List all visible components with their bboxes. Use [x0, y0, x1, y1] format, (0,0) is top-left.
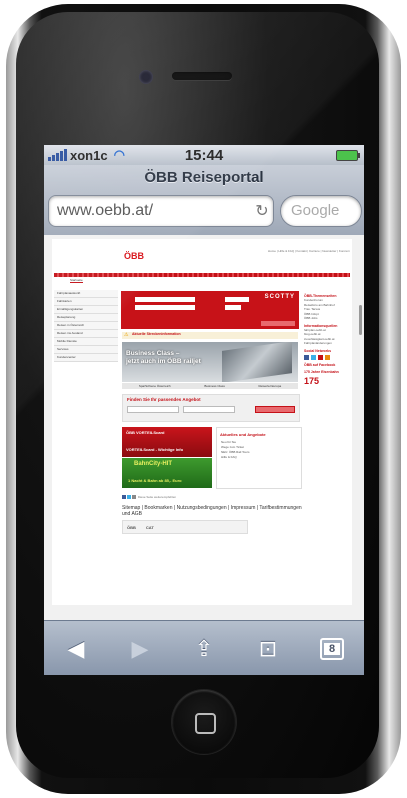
- share-text[interactable]: Diese Seite weiterempfehlen: [138, 495, 176, 499]
- tab-count: 8: [324, 642, 340, 655]
- forward-arrow-icon: ▶: [131, 635, 149, 661]
- nav-item[interactable]: Mobile Dienste: [54, 338, 118, 346]
- share-icon: ⇪: [194, 635, 214, 661]
- oebb-logo[interactable]: ÖBB: [124, 251, 144, 261]
- tab-startseite[interactable]: Startseite: [70, 278, 83, 283]
- rss-icon[interactable]: [325, 354, 330, 360]
- banner-image: [222, 342, 292, 382]
- scotty-search-box: SCOTTY: [121, 291, 299, 329]
- pages-icon: 8: [320, 637, 344, 660]
- time-input[interactable]: [225, 305, 241, 310]
- bahncity-promo[interactable]: BahnCity-HIT 1 Nacht & Bahn ab 85,- Euro: [122, 458, 212, 488]
- to-input[interactable]: [135, 305, 195, 310]
- news-list: Neu für Sie Wege zum Ticket NEU: ÖBB Rai…: [221, 440, 249, 460]
- finder-select[interactable]: [127, 406, 179, 413]
- anniversary-title: 175 Jahre Eisenbahn: [304, 369, 339, 374]
- browser-toolbar: ◀ ▶ ⇪ ⊡ 8: [44, 620, 364, 675]
- finder-button[interactable]: [255, 406, 295, 413]
- info-label: Aktuelle Streckeninformation: [132, 332, 181, 336]
- clock: 15:44: [184, 146, 224, 164]
- date-input[interactable]: [225, 297, 249, 302]
- partner-logo[interactable]: CAT: [146, 525, 154, 530]
- forward-button[interactable]: ▶: [120, 629, 160, 669]
- link-item[interactable]: Fahrplanänderungen: [304, 341, 352, 346]
- anniversary-logo[interactable]: 175: [304, 376, 352, 386]
- share-button[interactable]: ⇪: [184, 629, 224, 669]
- browser-header: ÖBB Reiseportal www.oebb.at/ ↻ Google: [44, 165, 364, 236]
- warning-icon: ⚠: [124, 332, 129, 338]
- news-item[interactable]: Hilfe & FAQ: [221, 455, 249, 460]
- battery-icon: [336, 150, 360, 161]
- nav-item[interactable]: Reisen in Österreich: [54, 322, 118, 330]
- promo-subtitle: VORTEILScard - Wichtige Info: [126, 447, 184, 452]
- home-button[interactable]: [172, 690, 236, 754]
- right-column: ÖBB-Themenseiten KundenForum Reisebüro a…: [304, 291, 352, 386]
- banner-tabs: SparSchiene Österreich Business Class Re…: [122, 383, 298, 389]
- front-camera: [139, 70, 153, 84]
- from-input[interactable]: [135, 297, 195, 302]
- nav-item[interactable]: Fahrplanauskunft: [54, 290, 118, 298]
- twitter-icon[interactable]: [127, 495, 131, 500]
- web-viewport[interactable]: ÖBB Home | Hilfe & FAQ | Kontakt | Karri…: [44, 235, 364, 620]
- partner-logos: ÖBB CAT: [122, 520, 248, 534]
- nav-item[interactable]: Reisen ins Ausland: [54, 330, 118, 338]
- banner-tab[interactable]: Reiseziel Europa: [258, 384, 281, 388]
- news-title: Aktuelles und Angebote: [220, 432, 266, 437]
- oebb-page: ÖBB Home | Hilfe & FAQ | Kontakt | Karri…: [52, 239, 352, 605]
- home-square-icon: [195, 713, 216, 734]
- scrollbar[interactable]: [359, 305, 362, 335]
- bookmarks-button[interactable]: ⊡: [248, 629, 288, 669]
- email-icon[interactable]: [132, 495, 136, 500]
- nav-item[interactable]: Reiseplanung: [54, 314, 118, 322]
- earpiece-speaker: [172, 72, 232, 80]
- banner-tab[interactable]: SparSchiene Österreich: [139, 384, 171, 388]
- facebook-icon[interactable]: [304, 354, 309, 360]
- banner-headline: Business Class – jetzt auch im ÖBB railj…: [126, 350, 201, 365]
- phone-screen: xon1c ◠ 15:44 ÖBB Reiseportal www.oebb.a…: [44, 145, 364, 675]
- nav-item[interactable]: Fahrkarten: [54, 298, 118, 306]
- back-arrow-icon: ◀: [67, 635, 85, 661]
- business-class-banner[interactable]: Business Class – jetzt auch im ÖBB railj…: [122, 342, 298, 382]
- banner-tab[interactable]: Business Class: [204, 384, 225, 388]
- facebook-link[interactable]: ÖBB auf Facebook: [304, 363, 352, 367]
- promo-title: BahnCity-HIT: [134, 461, 172, 467]
- back-button[interactable]: ◀: [56, 629, 96, 669]
- news-box: Aktuelles und Angebote Neu für Sie Wege …: [216, 427, 302, 489]
- finder-select[interactable]: [183, 406, 235, 413]
- search-placeholder: Google: [291, 202, 340, 219]
- book-icon: ⊡: [258, 635, 278, 661]
- top-links[interactable]: Home | Hilfe & FAQ | Kontakt | Karriere …: [262, 249, 350, 253]
- youtube-icon[interactable]: [318, 354, 323, 360]
- promo-title: ÖBB VORTEILScard: [126, 430, 165, 435]
- nav-item[interactable]: Kundencenter: [54, 354, 118, 362]
- info-bar[interactable]: ⚠ Aktuelle Streckeninformation: [122, 332, 298, 339]
- reload-icon[interactable]: ↻: [251, 201, 273, 221]
- social-icons: [304, 354, 352, 360]
- partner-logo[interactable]: ÖBB: [127, 525, 136, 530]
- offer-finder: Finden Sie Ihr passendes Angebot: [122, 394, 300, 422]
- share-row: Diese Seite weiterempfehlen: [122, 495, 176, 500]
- address-bar[interactable]: www.oebb.at/ ↻: [48, 195, 274, 227]
- page-title: ÖBB Reiseportal: [144, 169, 264, 186]
- red-header-bar: [54, 273, 350, 277]
- nav-item[interactable]: Services: [54, 346, 118, 354]
- social-title: Social Networks: [304, 348, 332, 353]
- finder-title: Finden Sie Ihr passendes Angebot: [127, 397, 201, 402]
- scotty-label: SCOTTY: [264, 294, 295, 300]
- status-bar: xon1c ◠ 15:44: [44, 145, 364, 165]
- facebook-icon[interactable]: [122, 495, 126, 500]
- footer-links[interactable]: Sitemap | Bookmarken | Nutzungsbedingung…: [122, 505, 302, 517]
- vorteilscard-promo[interactable]: ÖBB VORTEILScard VORTEILScard - Wichtige…: [122, 427, 212, 457]
- nav-item[interactable]: Ermäßigungskarten: [54, 306, 118, 314]
- search-button[interactable]: [261, 321, 295, 326]
- left-navigation: Fahrplanauskunft Fahrkarten Ermäßigungsk…: [54, 290, 118, 362]
- url-text: www.oebb.at/: [57, 202, 154, 219]
- tabs-button[interactable]: 8: [312, 629, 352, 669]
- search-field[interactable]: Google: [280, 195, 362, 227]
- link-item[interactable]: ÖBB Jobs: [304, 316, 352, 321]
- promo-subtitle: 1 Nacht & Bahn ab 85,- Euro: [128, 478, 182, 483]
- twitter-icon[interactable]: [311, 354, 316, 360]
